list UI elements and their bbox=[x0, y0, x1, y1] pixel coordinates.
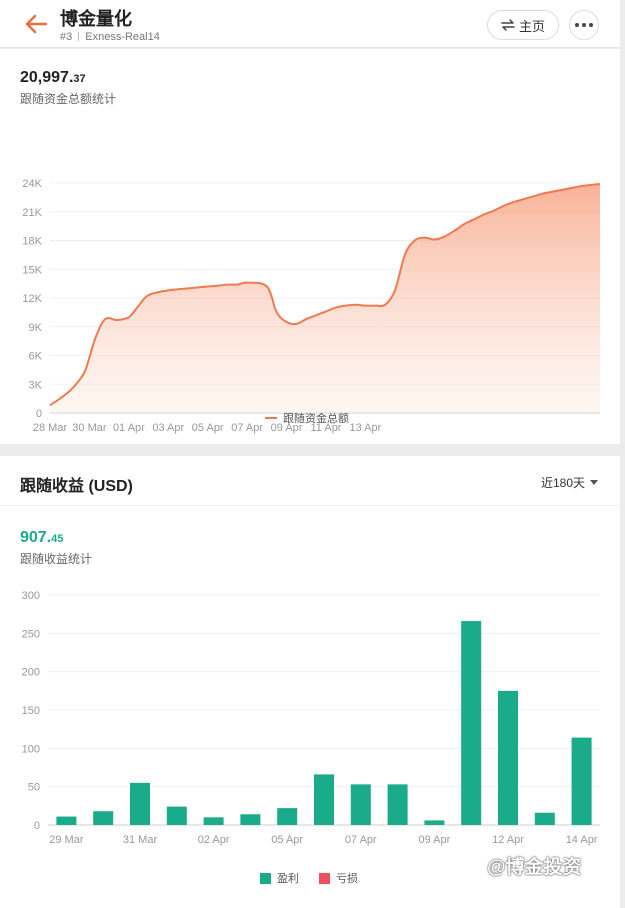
equity-legend[interactable]: 跟随资金总额 bbox=[265, 410, 349, 426]
legend-loss-label: 亏损 bbox=[336, 873, 358, 885]
equity-y-tick-label: 18K bbox=[22, 236, 42, 248]
home-label: 主页 bbox=[518, 18, 545, 34]
profit-total-dec: 45 bbox=[51, 533, 64, 545]
watermark: @博金投资 bbox=[487, 857, 582, 878]
back-button[interactable] bbox=[24, 12, 50, 36]
divider bbox=[78, 32, 80, 41]
profit-bar[interactable] bbox=[461, 621, 482, 825]
profit-x-tick-label: 02 Apr bbox=[198, 834, 230, 846]
profit-y-tick-label: 150 bbox=[22, 705, 40, 717]
profit-total: 907.45 bbox=[20, 529, 63, 547]
equity-x-tick-label: 01 Apr bbox=[113, 422, 145, 434]
equity-y-tick-label: 6K bbox=[29, 351, 43, 363]
equity-area-chart: 0 3K 6K 9K 12K 15K 18K 21K 24K 28 Mar 30 Mar 01 Ap… bbox=[22, 178, 601, 434]
equity-x-tick-label: 13 Apr bbox=[350, 422, 382, 434]
caret-down-icon bbox=[590, 480, 598, 485]
profit-bar[interactable] bbox=[277, 808, 298, 825]
equity-x-tick-label: 07 Apr bbox=[231, 422, 263, 434]
profit-bar[interactable] bbox=[534, 812, 555, 825]
equity-x-tick-label: 05 Apr bbox=[192, 422, 224, 434]
profit-y-tick-label: 100 bbox=[22, 743, 40, 755]
profit-total-int: 907. bbox=[20, 529, 52, 546]
profit-bar[interactable] bbox=[240, 814, 261, 825]
legend-profit-label: 盈利 bbox=[277, 873, 299, 885]
profit-bar[interactable] bbox=[571, 737, 592, 825]
equity-x-tick-label: 30 Mar bbox=[72, 422, 107, 434]
profit-x-tick-label: 07 Apr bbox=[345, 834, 377, 846]
profit-bar[interactable] bbox=[424, 820, 445, 825]
profit-bar[interactable] bbox=[314, 774, 334, 825]
account-label: Exness-Real14 bbox=[85, 31, 160, 43]
equity-card: 20,997.37 跟随资金总额统计 0 3K 6K 9K 12K 15K 18K 21K 24… bbox=[0, 49, 620, 444]
profit-y-tick-label: 50 bbox=[28, 782, 40, 794]
profit-bar[interactable] bbox=[498, 690, 518, 825]
loss-legend-item[interactable]: 亏损 bbox=[319, 870, 358, 886]
legend-profit-swatch bbox=[260, 872, 271, 884]
profit-x-tick-label: 09 Apr bbox=[418, 834, 450, 846]
page-title: 博金量化 bbox=[60, 9, 132, 29]
equity-x-tick-label: 03 Apr bbox=[152, 422, 184, 434]
profit-bar[interactable] bbox=[166, 806, 187, 825]
equity-x-tick-label: 28 Mar bbox=[33, 422, 68, 434]
equity-y-tick-label: 9K bbox=[29, 322, 43, 334]
profit-x-tick-label: 29 Mar bbox=[49, 834, 84, 846]
profit-y-tick-label: 250 bbox=[22, 628, 40, 640]
section-divider bbox=[0, 505, 620, 506]
equity-y-tick-label: 3K bbox=[29, 379, 43, 391]
equity-y-tick-label: 0 bbox=[36, 408, 42, 420]
equity-y-tick-label: 24K bbox=[22, 178, 42, 190]
profit-y-tick-label: 200 bbox=[22, 667, 40, 679]
rank-label: #3 bbox=[60, 31, 73, 43]
equity-y-tick-label: 12K bbox=[22, 293, 42, 305]
profit-legend-item[interactable]: 盈利 bbox=[260, 870, 299, 886]
legend-line-swatch bbox=[265, 417, 277, 419]
equity-total-dec: 37 bbox=[73, 73, 86, 85]
profit-x-tick-label: 31 Mar bbox=[123, 834, 158, 846]
profit-section-title: 跟随收益 (USD) bbox=[20, 478, 133, 495]
equity-y-tick-label: 15K bbox=[22, 264, 42, 276]
equity-y-tick-label: 21K bbox=[22, 207, 42, 219]
profit-y-tick-label: 300 bbox=[22, 590, 40, 602]
profit-card: 跟随收益 (USD) 近180天 907.45 跟随收益统计 0 50 100 150… bbox=[0, 456, 620, 908]
more-button[interactable] bbox=[569, 10, 599, 40]
period-label: 近180天 bbox=[540, 476, 585, 490]
equity-total: 20,997.37 bbox=[20, 69, 86, 87]
top-bar: 博金量化 #3 Exness-Real14 主页 bbox=[0, 0, 620, 48]
home-button[interactable]: 主页 bbox=[487, 10, 559, 40]
profit-x-tick-label: 05 Apr bbox=[271, 834, 303, 846]
legend-loss-swatch bbox=[319, 872, 330, 884]
profit-y-tick-label: 0 bbox=[34, 820, 40, 832]
equity-total-int: 20,997. bbox=[20, 69, 74, 86]
profit-bar[interactable] bbox=[56, 816, 77, 825]
profit-bar[interactable] bbox=[93, 811, 114, 825]
period-dropdown[interactable]: 近180天 bbox=[541, 474, 598, 491]
profit-x-tick-label: 12 Apr bbox=[492, 834, 524, 846]
profit-bar[interactable] bbox=[130, 782, 150, 825]
profit-bar[interactable] bbox=[350, 784, 371, 825]
more-dots-icon bbox=[575, 23, 579, 27]
profit-bar[interactable] bbox=[387, 784, 408, 825]
profit-bar-chart: 0 50 100 150 200 250 300 29 Mar 31 Mar 02 Apr 05 … bbox=[22, 590, 600, 846]
account-subtitle: #3 Exness-Real14 bbox=[60, 31, 160, 43]
legend-equity-label: 跟随资金总额 bbox=[283, 413, 349, 425]
back-arrow-icon bbox=[25, 14, 48, 34]
profit-x-tick-label: 14 Apr bbox=[566, 834, 598, 846]
swap-icon bbox=[501, 19, 515, 31]
profit-bar[interactable] bbox=[203, 817, 224, 825]
